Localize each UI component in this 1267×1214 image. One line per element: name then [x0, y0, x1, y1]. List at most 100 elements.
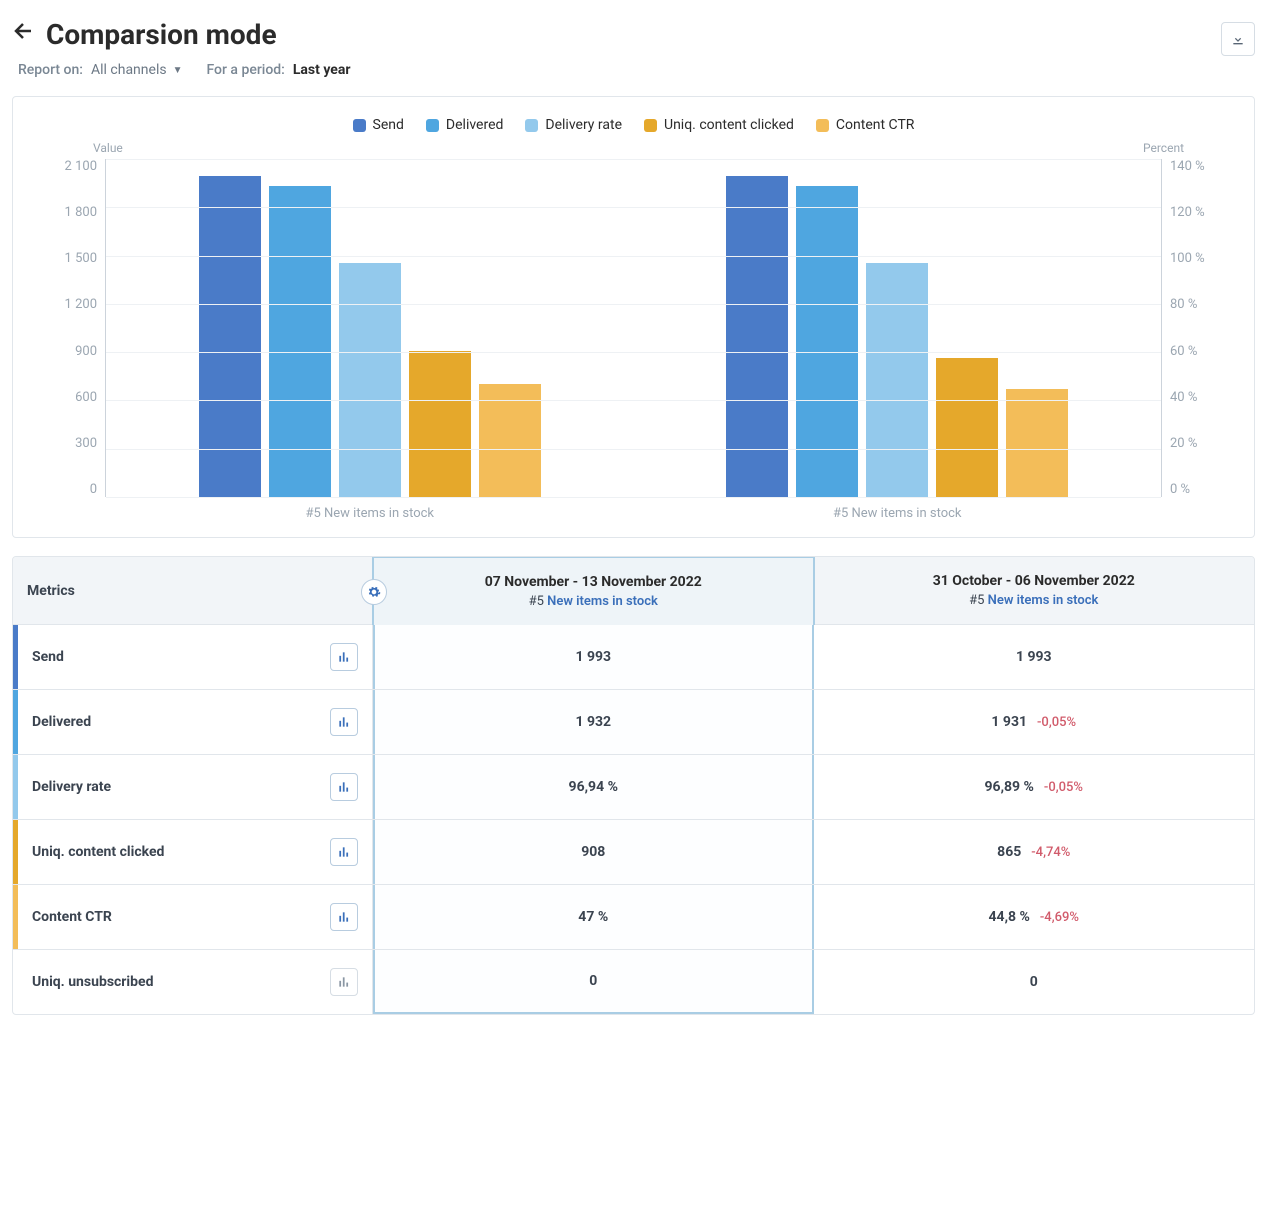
period-label: For a period:: [206, 62, 284, 78]
toggle-chart-button[interactable]: [330, 838, 358, 866]
toggle-chart-button[interactable]: [330, 903, 358, 931]
metrics-table: Metrics 07 November - 13 November 2022 #5 …: [12, 556, 1255, 1015]
legend-item[interactable]: Content CTR: [816, 117, 915, 133]
campaign-link[interactable]: New items in stock: [547, 594, 658, 609]
legend-swatch: [426, 119, 439, 132]
metric-value: 0: [814, 950, 1255, 1014]
legend-label: Content CTR: [836, 117, 915, 133]
legend-label: Delivered: [446, 117, 503, 133]
legend-swatch: [525, 119, 538, 132]
y-right-axis: 140 %120 %100 %80 %60 %40 %20 %0 %: [1162, 147, 1234, 527]
column-date: 07 November - 13 November 2022: [388, 574, 799, 590]
legend-item[interactable]: Delivery rate: [525, 117, 622, 133]
metric-name-cell: Send: [13, 625, 373, 689]
metric-name-cell: Uniq. unsubscribed: [13, 950, 373, 1014]
y-tick: 900: [33, 344, 97, 359]
bar[interactable]: [1006, 389, 1068, 497]
column-campaign: #5 New items in stock: [388, 594, 799, 609]
metrics-header-cell: Metrics: [13, 557, 373, 624]
metric-name: Uniq. unsubscribed: [32, 974, 153, 990]
column-header: 07 November - 13 November 2022 #5 New ite…: [372, 556, 815, 625]
bar[interactable]: [936, 358, 998, 497]
gear-icon[interactable]: [361, 579, 387, 605]
y-tick: 2 100: [33, 159, 97, 174]
metric-value: 44,8 %-4,69%: [814, 885, 1255, 949]
grid-line: [106, 304, 1161, 305]
toggle-chart-button[interactable]: [330, 643, 358, 671]
y-tick: 80 %: [1170, 297, 1234, 312]
legend-swatch: [816, 119, 829, 132]
bar[interactable]: [269, 186, 331, 497]
grid-line: [106, 352, 1161, 353]
legend-item[interactable]: Uniq. content clicked: [644, 117, 794, 133]
period-dropdown[interactable]: Last year: [293, 62, 351, 78]
toggle-chart-button[interactable]: [330, 773, 358, 801]
table-row: Content CTR 47 %44,8 %-4,69%: [13, 884, 1254, 949]
grid-line: [106, 207, 1161, 208]
toggle-chart-button[interactable]: [330, 968, 358, 996]
chart-card: Send Delivered Delivery rate Uniq. content …: [12, 96, 1255, 538]
y-left-axis: 2 1001 8001 5001 2009006003000: [33, 147, 105, 527]
y-tick: 140 %: [1170, 159, 1234, 174]
grid-line: [106, 497, 1161, 498]
metric-value: 0: [373, 950, 814, 1014]
bar[interactable]: [339, 263, 401, 497]
y-tick: 1 200: [33, 297, 97, 312]
grid-line: [106, 159, 1161, 160]
metric-value: 865-4,74%: [814, 820, 1255, 884]
metric-value: 908: [373, 820, 814, 884]
legend-item[interactable]: Send: [353, 117, 404, 133]
metric-value: 1 932: [373, 690, 814, 754]
metric-value: 47 %: [373, 885, 814, 949]
legend-label: Send: [373, 117, 404, 133]
legend-item[interactable]: Delivered: [426, 117, 503, 133]
delta-value: -0,05%: [1037, 715, 1076, 730]
y-tick: 0: [33, 482, 97, 497]
bar[interactable]: [796, 186, 858, 497]
page-title: Comparsion mode: [46, 18, 277, 51]
bar[interactable]: [866, 263, 928, 497]
column-date: 31 October - 06 November 2022: [828, 573, 1241, 589]
legend-label: Uniq. content clicked: [664, 117, 794, 133]
campaign-link[interactable]: New items in stock: [988, 593, 1099, 608]
metric-value: 96,89 %-0,05%: [814, 755, 1255, 819]
metric-name: Delivered: [32, 714, 91, 730]
delta-value: -4,74%: [1031, 845, 1070, 860]
legend-label: Delivery rate: [545, 117, 622, 133]
y-tick: 600: [33, 390, 97, 405]
table-row: Uniq. unsubscribed 00: [13, 949, 1254, 1014]
delta-value: -4,69%: [1040, 910, 1079, 925]
y-tick: 300: [33, 436, 97, 451]
table-row: Send1 9931 993: [13, 624, 1254, 689]
table-row: Delivery rate96,94 %96,89 %-0,05%: [13, 754, 1254, 819]
bar-group: [634, 159, 1162, 497]
column-header: 31 October - 06 November 2022 #5 New item…: [814, 557, 1255, 624]
y-tick: 60 %: [1170, 344, 1234, 359]
y-tick: 40 %: [1170, 390, 1234, 405]
table-row: Delivered1 9321 931-0,05%: [13, 689, 1254, 754]
toggle-chart-button[interactable]: [330, 708, 358, 736]
metric-name: Uniq. content clicked: [32, 844, 164, 860]
column-campaign: #5 New items in stock: [828, 593, 1241, 608]
metric-name-cell: Content CTR: [13, 885, 373, 949]
metric-value: 1 993: [373, 625, 814, 689]
x-axis-label: #5 New items in stock: [634, 506, 1162, 521]
metric-name-cell: Delivered: [13, 690, 373, 754]
bar[interactable]: [409, 351, 471, 497]
delta-value: -0,05%: [1044, 780, 1083, 795]
grid-line: [106, 400, 1161, 401]
report-on-label: Report on:: [18, 62, 83, 78]
y-tick: 1 500: [33, 251, 97, 266]
metric-name: Delivery rate: [32, 779, 111, 795]
metric-name: Content CTR: [32, 909, 112, 925]
y-right-axis-label: Percent: [1143, 141, 1184, 155]
download-button[interactable]: [1221, 22, 1255, 56]
x-axis-label: #5 New items in stock: [106, 506, 634, 521]
metric-name-cell: Delivery rate: [13, 755, 373, 819]
chevron-down-icon: ▼: [173, 65, 183, 76]
back-button[interactable]: [12, 19, 36, 49]
y-left-axis-label: Value: [93, 141, 123, 155]
chart-legend: Send Delivered Delivery rate Uniq. content …: [33, 117, 1234, 133]
report-on-dropdown[interactable]: All channels ▼: [91, 62, 183, 78]
y-tick: 20 %: [1170, 436, 1234, 451]
